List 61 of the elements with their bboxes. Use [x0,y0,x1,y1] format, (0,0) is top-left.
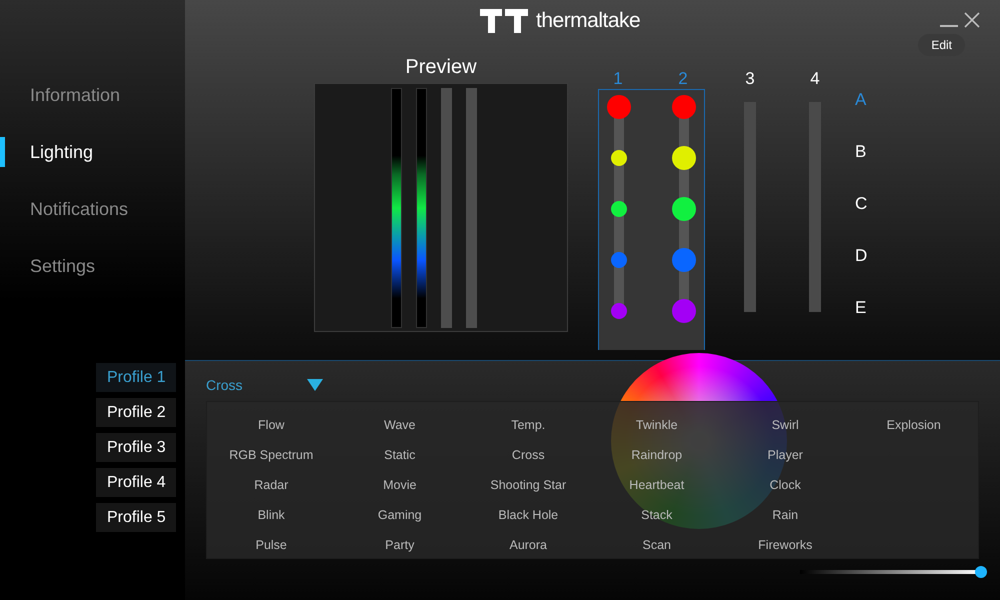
profile-button[interactable]: Profile 2 [96,398,176,427]
menu-item[interactable]: Movie [383,478,416,492]
sidebar-item[interactable]: Settings [0,251,185,281]
menu-item[interactable]: Fireworks [758,538,812,552]
menu-item[interactable]: Swirl [772,418,799,432]
minimize-icon[interactable] [940,25,958,28]
led-dot[interactable] [611,150,627,166]
sidebar-item[interactable]: Notifications [0,194,185,224]
channel-label[interactable]: 4 [795,69,835,89]
led-dot[interactable] [611,303,627,319]
row-label[interactable]: E [855,298,868,350]
menu-item[interactable]: Explosion [886,418,941,432]
menu-item[interactable]: Scan [642,538,671,552]
sidebar-item[interactable]: Lighting [0,137,185,167]
channel-label[interactable]: 3 [730,69,770,89]
menu-item[interactable]: Aurora [509,538,548,552]
menu-item[interactable]: Gaming [378,508,422,522]
sidebar-item[interactable]: Information [0,80,185,110]
menu-item[interactable]: Black Hole [498,508,558,522]
led-dot[interactable] [607,95,631,119]
led-dot[interactable] [672,95,696,119]
effect-dropdown[interactable]: Cross [206,377,323,393]
profile-button[interactable]: Profile 5 [96,503,176,532]
menu-item[interactable]: Rain [772,508,798,522]
logo-icon [480,9,528,33]
led-dot[interactable] [672,197,696,221]
menu-item[interactable]: Heartbeat [629,478,684,492]
led-dot[interactable] [611,252,627,268]
led-dot[interactable] [672,146,696,170]
menu-item[interactable]: Temp. [511,418,546,432]
profile-button[interactable]: Profile 4 [96,468,176,497]
edit-button[interactable]: Edit [918,34,965,56]
menu-item[interactable]: RGB Spectrum [229,448,314,462]
brightness-slider[interactable] [800,566,987,578]
menu-item[interactable]: Clock [770,478,801,492]
row-label[interactable]: B [855,142,868,194]
close-icon[interactable] [964,12,980,28]
led-dot[interactable] [672,299,696,323]
logo-text: thermaltake [536,9,640,33]
led-dot[interactable] [611,201,627,217]
menu-item[interactable]: Static [384,448,416,462]
menu-item[interactable]: Shooting Star [490,478,566,492]
profile-button[interactable]: Profile 3 [96,433,176,462]
menu-item[interactable]: Stack [641,508,672,522]
menu-item[interactable]: Blink [258,508,285,522]
preview-title: Preview [405,56,477,80]
row-label[interactable]: C [855,194,868,246]
menu-item[interactable]: Twinkle [636,418,678,432]
led-dot[interactable] [672,248,696,272]
menu-item[interactable]: Cross [512,448,545,462]
slider-thumb[interactable] [975,566,987,578]
menu-item[interactable]: Radar [254,478,288,492]
menu-item[interactable]: Party [385,538,414,552]
row-label[interactable]: D [855,246,868,298]
menu-item[interactable]: Pulse [256,538,287,552]
menu-item[interactable]: Player [768,448,803,462]
menu-item[interactable]: Raindrop [631,448,682,462]
menu-item[interactable]: Wave [384,418,416,432]
caret-icon [306,379,323,391]
profile-button[interactable]: Profile 1 [96,363,176,392]
menu-item[interactable]: Flow [258,418,284,432]
